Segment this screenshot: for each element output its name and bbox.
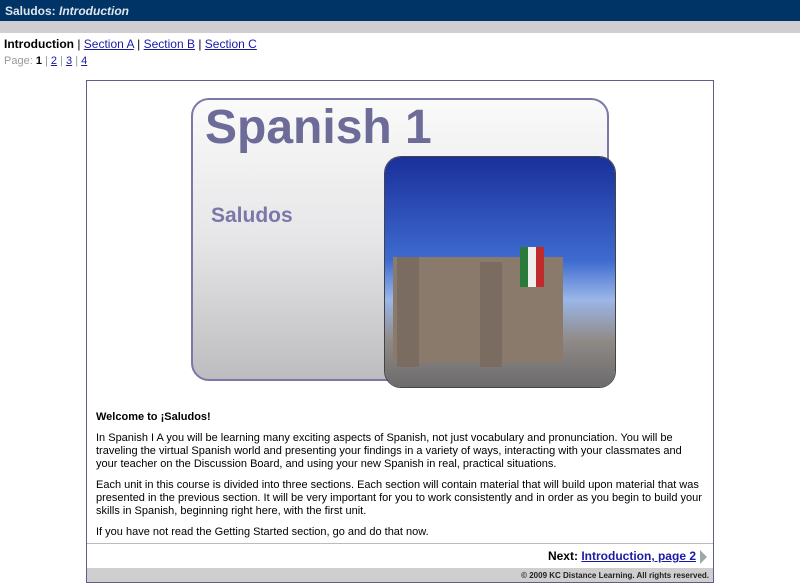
- nav-section-a[interactable]: Section A: [84, 37, 134, 51]
- page-link-3[interactable]: 3: [66, 55, 72, 67]
- tower-left: [397, 257, 419, 367]
- nav-current: Introduction: [4, 37, 74, 51]
- content-frame: Spanish 1 Saludos Welcome to ¡Saludos! I…: [86, 80, 714, 583]
- footer: © 2009 KC Distance Learning. All rights …: [87, 568, 713, 582]
- cathedral-photo: [385, 157, 615, 387]
- next-arrow-icon[interactable]: [700, 549, 707, 564]
- page-current: 1: [35, 55, 42, 67]
- divider-bar: [0, 21, 800, 33]
- title-bar: Saludos: Introduction: [0, 0, 800, 21]
- page-link-4[interactable]: 4: [81, 55, 87, 67]
- paragraph: If you have not read the Getting Started…: [96, 526, 429, 538]
- paragraph: In Spanish I A you will be learning many…: [96, 432, 682, 470]
- next-nav: Next: Introduction, page 2: [548, 549, 707, 564]
- hero-subtitle: Saludos: [211, 204, 293, 227]
- next-label: Next:: [547, 549, 578, 563]
- page-title: Introduction: [59, 4, 129, 18]
- page-label: Page:: [4, 55, 33, 67]
- mexican-flag: [520, 247, 544, 287]
- section-nav: Introduction | Section A | Section B | S…: [4, 37, 257, 51]
- intro-text: Welcome to ¡Saludos! In Spanish I A you …: [96, 411, 706, 547]
- page-link-2[interactable]: 2: [51, 55, 57, 67]
- page-nav: Page: 1 | 2 | 3 | 4: [4, 55, 88, 67]
- next-page-link[interactable]: Introduction, page 2: [581, 549, 696, 563]
- hero-title: Spanish 1: [205, 101, 432, 154]
- welcome-heading: Welcome to ¡Saludos!: [96, 411, 211, 423]
- paragraph: Each unit in this course is divided into…: [96, 479, 702, 517]
- separator: [87, 543, 713, 544]
- course-title: Saludos:: [5, 4, 56, 18]
- tower-right: [480, 262, 502, 367]
- nav-section-c[interactable]: Section C: [205, 37, 257, 51]
- nav-section-b[interactable]: Section B: [144, 37, 195, 51]
